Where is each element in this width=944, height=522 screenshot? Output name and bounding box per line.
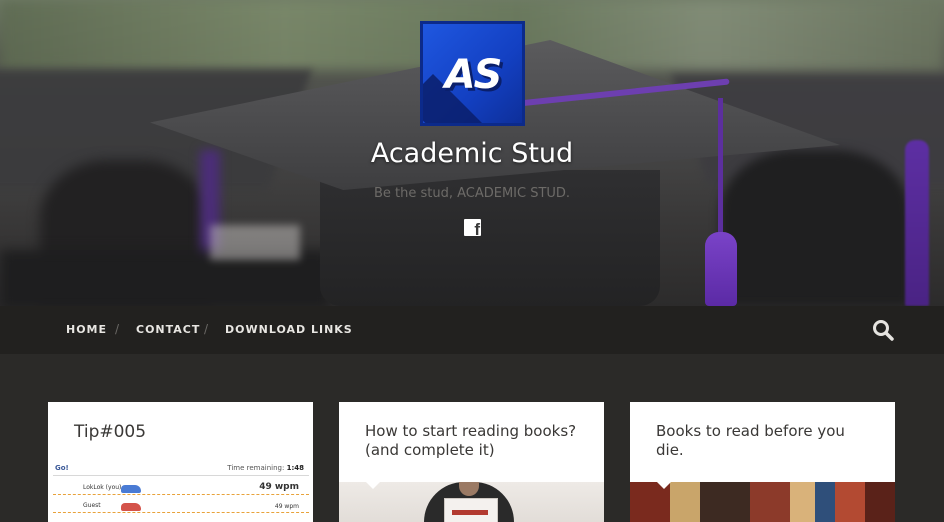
post-title[interactable]: Tip#005	[74, 423, 294, 442]
nav-item-contact[interactable]: CONTACT	[136, 323, 200, 336]
post-thumbnail[interactable]	[339, 482, 604, 522]
typing-game-racer: Guest 49 wpm	[53, 500, 309, 514]
post-card[interactable]: How to start reading books?(and complete…	[339, 402, 604, 522]
nav-separator: /	[115, 322, 120, 336]
card-notch	[656, 482, 672, 489]
facebook-icon[interactable]: f	[464, 219, 481, 239]
site-title[interactable]: Academic Stud	[0, 138, 944, 169]
thumbnail-book-stripe	[452, 510, 488, 515]
bookshelf-book	[750, 482, 790, 522]
bookshelf-book	[815, 482, 835, 522]
search-icon[interactable]	[872, 319, 894, 341]
post-thumbnail[interactable]: Go! Time remaining: 1:48 LokLok (you) 49…	[48, 462, 313, 522]
hero-head-right	[720, 150, 910, 306]
post-card[interactable]: Books to read before you die.	[630, 402, 895, 522]
site-tagline: Be the stud, ACADEMIC STUD.	[373, 186, 571, 201]
nav-item-download-links[interactable]: DOWNLOAD LINKS	[225, 323, 353, 336]
nav-item-home[interactable]: HOME	[66, 323, 107, 336]
track-line	[53, 494, 309, 495]
main-navigation: HOME / CONTACT / DOWNLOAD LINKS	[0, 306, 944, 354]
hero-collar	[210, 225, 300, 260]
car-icon	[121, 503, 141, 511]
facebook-glyph: f	[474, 220, 480, 239]
card-notch	[365, 482, 381, 489]
post-card[interactable]: Tip#005 Go! Time remaining: 1:48 LokLok …	[48, 402, 313, 522]
car-icon	[121, 485, 141, 493]
bookshelf-book	[670, 482, 700, 522]
racer-wpm: 49 wpm	[274, 503, 299, 510]
racer-wpm: 49 wpm	[259, 482, 299, 492]
track-line	[53, 512, 309, 513]
bookshelf-book	[700, 482, 750, 522]
bookshelf-book	[835, 482, 865, 522]
card-notch	[72, 462, 88, 469]
typing-game-go: Go!	[55, 464, 69, 472]
nav-separator: /	[204, 322, 209, 336]
typing-game-header: Go! Time remaining: 1:48	[53, 462, 309, 476]
logo-text: AS	[444, 52, 503, 98]
bookshelf-book	[865, 482, 895, 522]
post-thumbnail[interactable]	[630, 482, 895, 522]
typing-game-time: Time remaining: 1:48	[227, 464, 304, 472]
post-title[interactable]: Books to read before you die.	[656, 422, 876, 460]
hero-tassel	[705, 232, 737, 306]
racer-name: Guest	[83, 502, 101, 509]
typing-game-racer: LokLok (you) 49 wpm	[53, 482, 309, 496]
bookshelf-book	[790, 482, 815, 522]
post-title[interactable]: How to start reading books?(and complete…	[365, 422, 585, 460]
site-logo[interactable]: AS	[420, 21, 525, 126]
racer-name: LokLok (you)	[83, 484, 122, 491]
